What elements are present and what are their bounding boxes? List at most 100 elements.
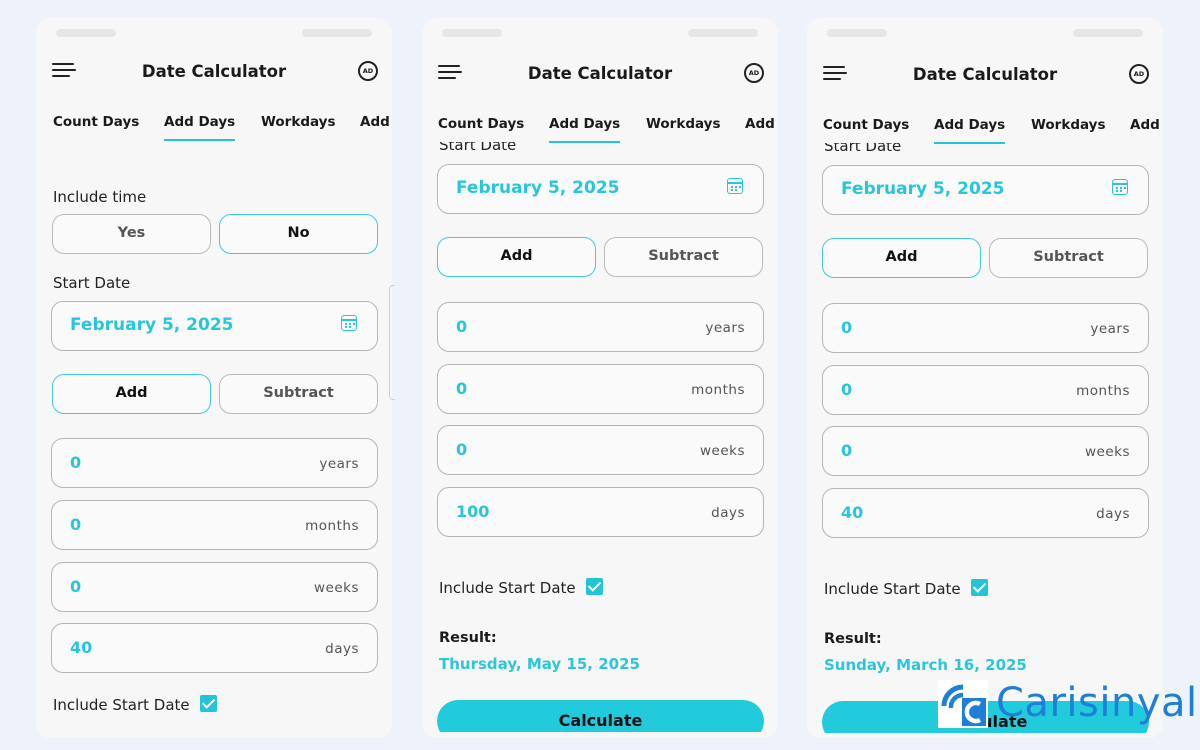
- days-unit: days: [1096, 506, 1130, 522]
- tab-workdays[interactable]: Workdays: [646, 116, 721, 132]
- years-unit: years: [319, 456, 359, 472]
- phone-screen-2: Date Calculator AD Count Days Add Days W…: [422, 18, 778, 738]
- include-start-date-checkbox[interactable]: [199, 695, 217, 712]
- tab-count-days[interactable]: Count Days: [438, 116, 524, 132]
- include-start-date-label: Include Start Date: [439, 579, 576, 597]
- form-content: Start Date February 5, 2025 Add Subtract…: [422, 142, 778, 732]
- months-field[interactable]: 0 months: [822, 365, 1149, 415]
- tab-add-workdays[interactable]: Add W: [360, 114, 392, 130]
- subtract-button[interactable]: Subtract: [604, 237, 763, 277]
- include-start-date-label: Include Start Date: [53, 696, 190, 714]
- months-value: 0: [456, 379, 468, 398]
- start-date-value: February 5, 2025: [456, 178, 620, 198]
- tab-workdays[interactable]: Workdays: [1031, 117, 1106, 133]
- add-button[interactable]: Add: [52, 374, 211, 414]
- weeks-unit: weeks: [313, 580, 359, 596]
- weeks-value: 0: [456, 440, 468, 459]
- app-bar: Date Calculator AD: [807, 57, 1163, 93]
- tab-add-workdays[interactable]: Add W: [745, 116, 778, 132]
- tab-count-days[interactable]: Count Days: [823, 117, 909, 133]
- form-content: Include time Yes No Start Date February …: [36, 148, 392, 738]
- weeks-field[interactable]: 0 weeks: [51, 562, 378, 612]
- result-label: Result:: [824, 631, 882, 647]
- years-field[interactable]: 0 years: [822, 303, 1149, 353]
- app-bar: Date Calculator AD: [422, 56, 778, 92]
- months-value: 0: [841, 380, 853, 399]
- status-bar: [56, 24, 372, 42]
- start-date-label: Start Date: [439, 142, 517, 154]
- include-start-date-checkbox[interactable]: [585, 578, 603, 595]
- scroll-edge-indicator: [389, 285, 395, 400]
- remove-ads-icon[interactable]: AD: [358, 61, 378, 81]
- start-date-field[interactable]: February 5, 2025: [822, 165, 1149, 215]
- signal-c-logo-icon: [938, 680, 988, 728]
- years-value: 0: [841, 318, 853, 337]
- weeks-value: 0: [841, 441, 853, 460]
- include-start-date-row[interactable]: Include Start Date: [824, 579, 988, 598]
- months-field[interactable]: 0 months: [437, 364, 764, 414]
- remove-ads-icon[interactable]: AD: [1129, 64, 1149, 84]
- app-title: Date Calculator: [912, 65, 1058, 84]
- days-unit: days: [711, 505, 745, 521]
- tab-bar: Count Days Add Days Workdays Add W: [36, 104, 392, 148]
- add-button[interactable]: Add: [437, 237, 596, 277]
- years-field[interactable]: 0 years: [437, 302, 764, 352]
- include-time-yes-button[interactable]: Yes: [52, 214, 211, 254]
- start-date-field[interactable]: February 5, 2025: [51, 301, 378, 351]
- calculate-button[interactable]: Calculate: [437, 700, 764, 732]
- include-start-date-row[interactable]: Include Start Date: [53, 695, 217, 714]
- include-start-date-row[interactable]: Include Start Date: [439, 578, 603, 597]
- years-value: 0: [70, 453, 82, 472]
- days-value: 40: [70, 638, 93, 657]
- phone-screen-1: Date Calculator AD Count Days Add Days W…: [36, 18, 392, 738]
- days-unit: days: [325, 641, 359, 657]
- calendar-icon[interactable]: [341, 315, 357, 331]
- weeks-field[interactable]: 0 weeks: [437, 425, 764, 475]
- months-unit: months: [691, 382, 745, 398]
- status-bar: [827, 24, 1143, 42]
- result-label: Result:: [439, 630, 497, 646]
- result-value: Sunday, March 16, 2025: [824, 656, 1027, 674]
- tab-count-days[interactable]: Count Days: [53, 114, 139, 130]
- months-value: 0: [70, 515, 82, 534]
- days-field[interactable]: 40 days: [822, 488, 1149, 538]
- form-content: Start Date February 5, 2025 Add Subtract…: [807, 143, 1163, 733]
- app-bar: Date Calculator AD: [36, 54, 392, 90]
- years-unit: years: [1090, 321, 1130, 337]
- days-field[interactable]: 40 days: [51, 623, 378, 673]
- app-title: Date Calculator: [141, 62, 287, 81]
- start-date-field[interactable]: February 5, 2025: [437, 164, 764, 214]
- calendar-icon[interactable]: [727, 178, 743, 194]
- start-date-label: Start Date: [824, 143, 902, 155]
- remove-ads-icon[interactable]: AD: [744, 63, 764, 83]
- start-date-label: Start Date: [53, 274, 131, 292]
- weeks-unit: weeks: [1084, 444, 1130, 460]
- tab-add-days[interactable]: Add Days: [934, 117, 1006, 144]
- days-field[interactable]: 100 days: [437, 487, 764, 537]
- months-unit: months: [1076, 383, 1130, 399]
- subtract-button[interactable]: Subtract: [989, 238, 1148, 278]
- include-start-date-checkbox[interactable]: [970, 579, 988, 596]
- include-time-label: Include time: [53, 188, 147, 206]
- phone-screen-3: Date Calculator AD Count Days Add Days W…: [807, 18, 1163, 738]
- calendar-icon[interactable]: [1112, 179, 1128, 195]
- years-field[interactable]: 0 years: [51, 438, 378, 488]
- months-field[interactable]: 0 months: [51, 500, 378, 550]
- tab-add-days[interactable]: Add Days: [164, 114, 236, 141]
- days-value: 100: [456, 502, 490, 521]
- subtract-button[interactable]: Subtract: [219, 374, 378, 414]
- months-unit: months: [305, 518, 359, 534]
- include-start-date-label: Include Start Date: [824, 580, 961, 598]
- app-title: Date Calculator: [527, 64, 673, 83]
- weeks-field[interactable]: 0 weeks: [822, 426, 1149, 476]
- add-button[interactable]: Add: [822, 238, 981, 278]
- result-value: Thursday, May 15, 2025: [439, 655, 640, 673]
- tab-workdays[interactable]: Workdays: [261, 114, 336, 130]
- tab-add-days[interactable]: Add Days: [549, 116, 621, 143]
- days-value: 40: [841, 503, 864, 522]
- years-unit: years: [705, 320, 745, 336]
- include-time-no-button[interactable]: No: [219, 214, 378, 254]
- weeks-unit: weeks: [699, 443, 745, 459]
- years-value: 0: [456, 317, 468, 336]
- tab-add-workdays[interactable]: Add W: [1130, 117, 1163, 133]
